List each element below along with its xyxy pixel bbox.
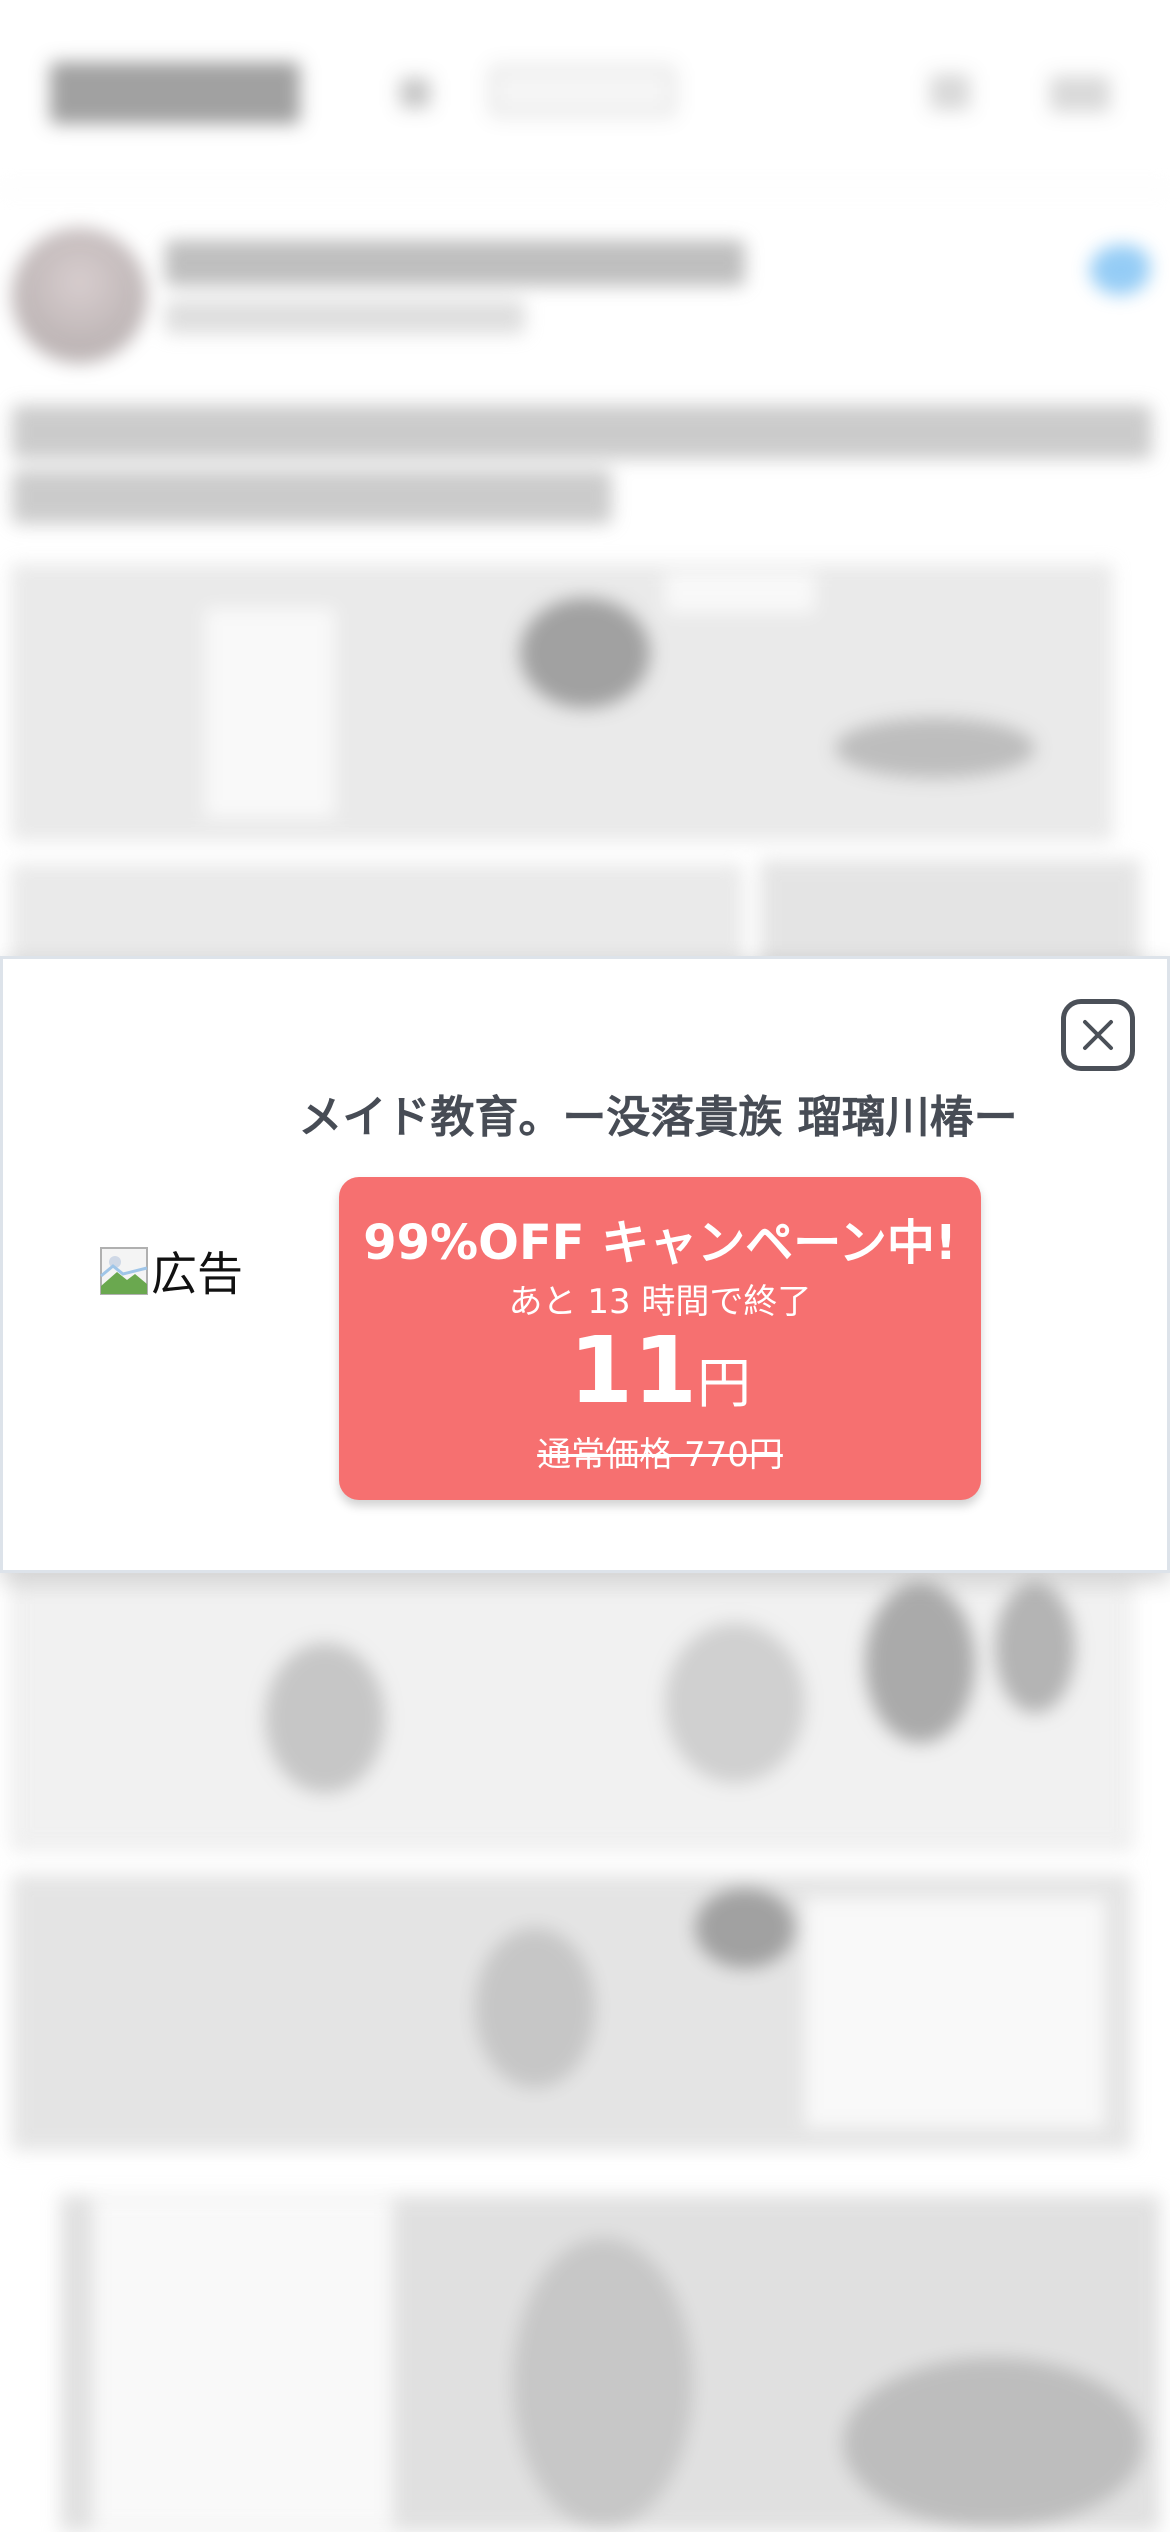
promo-countdown: あと 13 時間で終了 [508, 1282, 812, 1322]
comic-panel [60, 2195, 1160, 2532]
comic-panel [12, 1580, 1132, 1850]
author-handle [165, 300, 525, 334]
comic-panel [12, 865, 742, 965]
ad-overlay: メイド教育。ー没落貴族 瑠璃川椿ー 広告 99%OFF キャンペーン中! あと … [0, 956, 1170, 1573]
site-header [0, 0, 1170, 190]
author-name [165, 240, 745, 286]
nav-icon [930, 74, 970, 110]
ad-image[interactable]: 広告 [99, 1241, 243, 1301]
post-text [12, 405, 1152, 459]
promo-headline: 99%OFF キャンペーン中! [363, 1215, 957, 1271]
avatar [12, 228, 147, 363]
nav-icon [1050, 76, 1110, 112]
promo-card[interactable]: 99%OFF キャンペーン中! あと 13 時間で終了 11円 通常価格 770… [339, 1177, 981, 1500]
ad-image-alt: 広告 [151, 1247, 243, 1301]
search-box [490, 66, 675, 116]
ad-title[interactable]: メイド教育。ー没落貴族 瑠璃川椿ー [183, 1081, 1133, 1145]
comic-panel [12, 1875, 1132, 2150]
site-logo [50, 62, 300, 124]
comic-panel [760, 860, 1140, 970]
twitter-icon [1090, 245, 1150, 295]
broken-image-icon [100, 1247, 148, 1295]
promo-price: 11円 [339, 1317, 981, 1424]
post-text [12, 470, 612, 524]
close-button[interactable] [1061, 999, 1135, 1071]
promo-price-value: 11 [568, 1317, 698, 1424]
nav-icon [400, 78, 430, 108]
promo-price-unit: 円 [697, 1352, 752, 1415]
close-icon [1083, 1020, 1113, 1050]
comic-panel [12, 565, 1112, 840]
regular-price: 通常価格 770円 [537, 1435, 783, 1475]
